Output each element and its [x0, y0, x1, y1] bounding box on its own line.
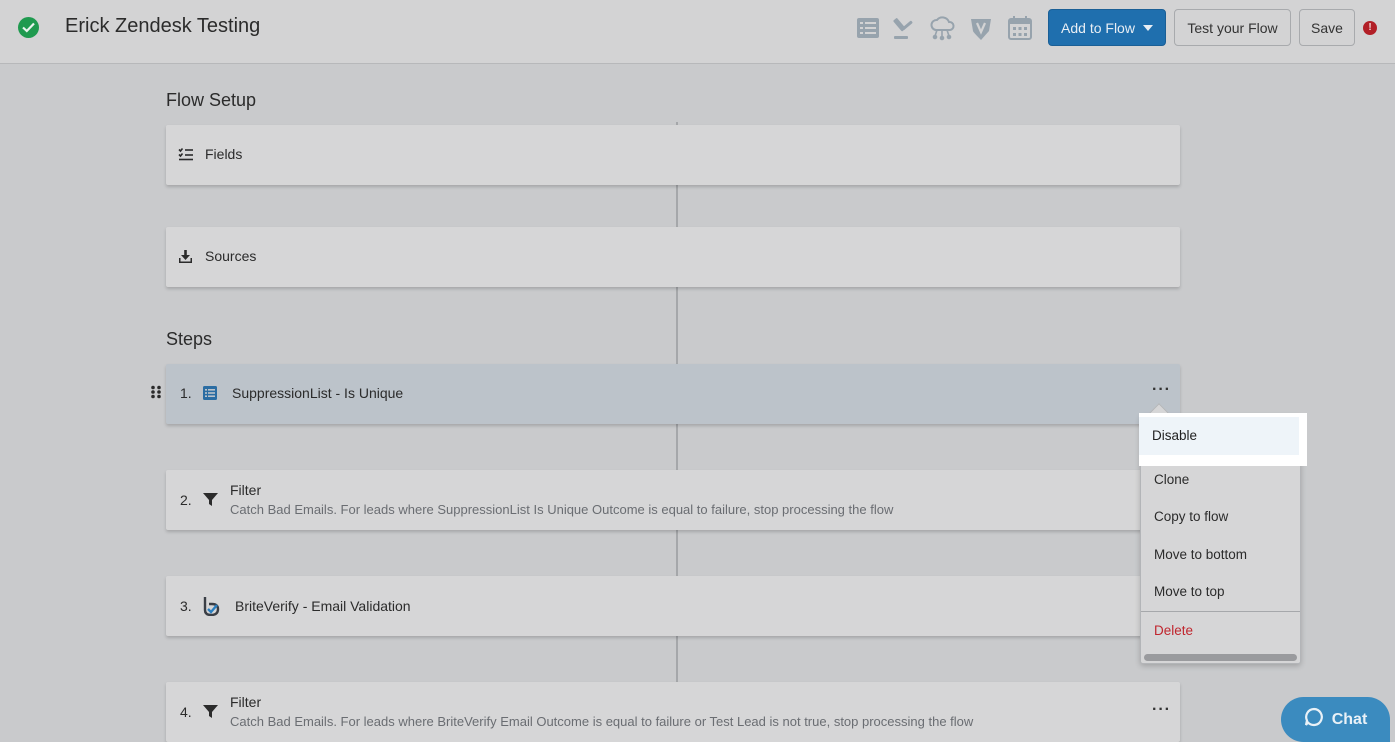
- step-label: SuppressionList - Is Unique: [232, 385, 404, 401]
- menu-item-copy-to-flow[interactable]: Copy to flow: [1154, 509, 1228, 524]
- fields-label: Fields: [205, 146, 243, 162]
- success-check-icon: [18, 17, 39, 38]
- list-icon: [203, 386, 217, 405]
- steps-heading: Steps: [166, 329, 213, 349]
- step-number: 1.: [180, 385, 192, 401]
- chevron-down-icon: [1142, 24, 1153, 31]
- menu-divider: [1141, 611, 1300, 612]
- checklist-icon: [178, 147, 194, 166]
- more-options-icon[interactable]: ···: [1152, 381, 1171, 399]
- briteverify-icon: [203, 596, 221, 621]
- fields-card[interactable]: Fields: [166, 125, 1180, 185]
- step-number: 3.: [180, 598, 192, 614]
- step-label: Filter: [230, 694, 262, 710]
- test-flow-button[interactable]: Test your Flow: [1174, 9, 1291, 46]
- more-options-icon[interactable]: ···: [1152, 701, 1171, 719]
- calendar-icon[interactable]: [1007, 14, 1033, 42]
- menu-item-clone[interactable]: Clone: [1154, 472, 1189, 487]
- chat-label: Chat: [1331, 710, 1368, 728]
- gavel-icon[interactable]: [892, 14, 918, 42]
- step-number: 2.: [180, 492, 192, 508]
- step-label: BriteVerify - Email Validation: [235, 598, 411, 614]
- add-to-flow-button[interactable]: Add to Flow: [1048, 9, 1166, 46]
- filter-icon: [203, 705, 218, 724]
- step-number: 4.: [180, 704, 192, 720]
- flow-setup-heading: Flow Setup: [166, 90, 257, 110]
- list-icon[interactable]: [855, 14, 881, 42]
- filter-icon: [203, 493, 218, 512]
- menu-scrollbar[interactable]: [1144, 654, 1297, 661]
- download-icon: [178, 249, 193, 269]
- chat-bubble-icon: [1304, 707, 1324, 732]
- cloud-network-icon[interactable]: [929, 14, 955, 42]
- step-card-2[interactable]: 2. Filter Catch Bad Emails. For leads wh…: [166, 470, 1180, 530]
- add-to-flow-label: Add to Flow: [1061, 19, 1135, 36]
- step-label: Filter: [230, 482, 262, 498]
- save-button[interactable]: Save: [1299, 9, 1355, 46]
- verify-shield-icon[interactable]: [968, 14, 994, 42]
- step-card-1[interactable]: 1. SuppressionList - Is Unique ···: [166, 364, 1180, 424]
- chat-button[interactable]: Chat: [1281, 697, 1390, 742]
- menu-item-move-to-top[interactable]: Move to top: [1154, 584, 1225, 599]
- drag-handle-icon[interactable]: [150, 385, 162, 399]
- sources-card[interactable]: Sources: [166, 227, 1180, 287]
- menu-item-move-to-bottom[interactable]: Move to bottom: [1154, 547, 1247, 562]
- sources-label: Sources: [205, 248, 257, 264]
- flow-connector-line: [676, 122, 678, 742]
- menu-item-disable[interactable]: Disable: [1152, 428, 1197, 443]
- step-description: Catch Bad Emails. For leads where Suppre…: [230, 502, 894, 517]
- app-header: Erick Zendesk Testing Add to Flow Test y…: [0, 0, 1395, 64]
- menu-item-delete[interactable]: Delete: [1154, 623, 1193, 638]
- step-card-4[interactable]: 4. Filter Catch Bad Emails. For leads wh…: [166, 682, 1180, 742]
- step-card-3[interactable]: 3. BriteVerify - Email Validation: [166, 576, 1180, 636]
- step-description: Catch Bad Emails. For leads where BriteV…: [230, 714, 974, 729]
- error-alert-icon[interactable]: !: [1363, 21, 1377, 35]
- flow-title: Erick Zendesk Testing: [65, 15, 261, 37]
